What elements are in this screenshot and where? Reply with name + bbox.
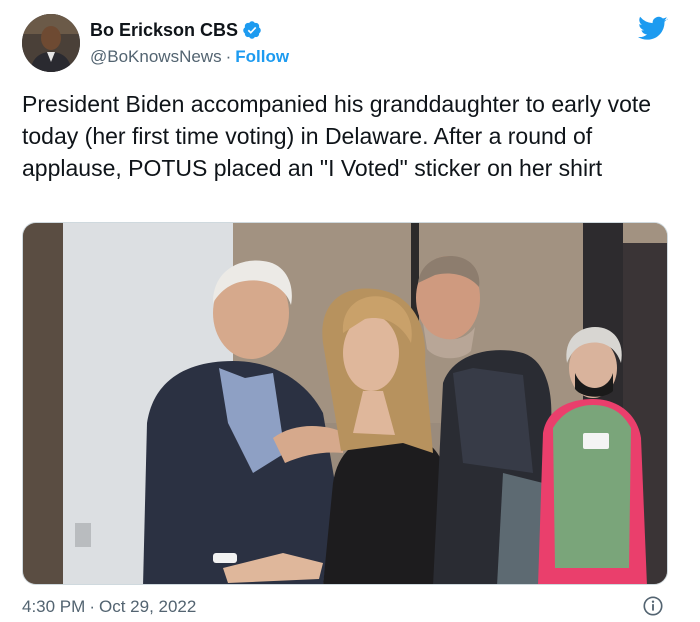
tweet-footer: 4:30 PM · Oct 29, 2022	[22, 596, 668, 618]
twitter-bird-icon[interactable]	[638, 16, 668, 42]
tweet-text: President Biden accompanied his granddau…	[22, 91, 652, 181]
handle-separator: ·	[225, 47, 232, 66]
display-name-row: Bo Erickson CBS	[90, 18, 289, 42]
tweet-card: Bo Erickson CBS @BoKnowsNews · Follow Pr…	[0, 0, 700, 622]
author-display-name[interactable]: Bo Erickson CBS	[90, 20, 238, 41]
tweet-photo[interactable]	[22, 222, 668, 585]
author-handle[interactable]: @BoKnowsNews	[90, 47, 222, 67]
author-names: Bo Erickson CBS @BoKnowsNews · Follow	[90, 18, 289, 68]
time-separator: ·	[89, 597, 95, 616]
follow-button[interactable]: Follow	[235, 47, 289, 67]
info-icon[interactable]	[642, 595, 664, 617]
tweet-header: Bo Erickson CBS @BoKnowsNews · Follow	[22, 14, 678, 74]
tweet-date[interactable]: Oct 29, 2022	[99, 597, 196, 617]
avatar[interactable]	[22, 14, 80, 72]
verified-badge-icon	[242, 20, 262, 40]
tweet-time[interactable]: 4:30 PM	[22, 597, 85, 617]
handle-row: @BoKnowsNews · Follow	[90, 46, 289, 68]
